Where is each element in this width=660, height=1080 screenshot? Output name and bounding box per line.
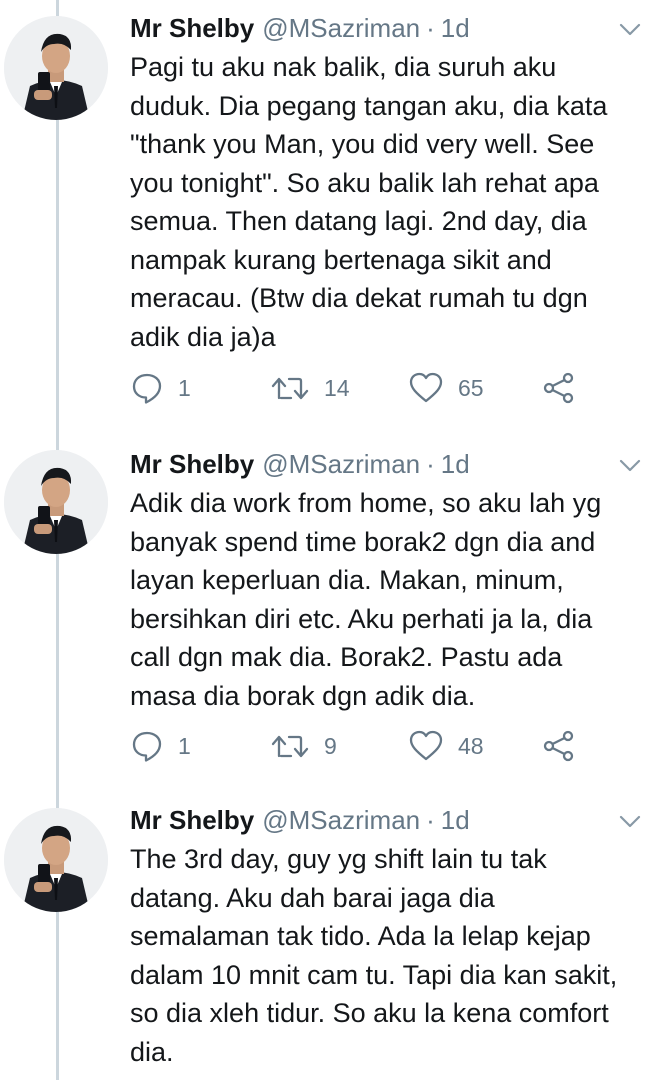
timestamp[interactable]: 1d: [441, 13, 470, 44]
reply-count: 1: [178, 374, 191, 401]
tweet[interactable]: Mr Shelby @MSazriman · 1d Adik dia work …: [0, 444, 660, 794]
display-name[interactable]: Mr Shelby: [130, 449, 254, 480]
heart-icon: [408, 729, 444, 763]
separator: ·: [426, 804, 435, 835]
reply-button[interactable]: 1: [130, 729, 191, 763]
tweet-header: Mr Shelby @MSazriman · 1d: [130, 800, 470, 840]
like-button[interactable]: 48: [408, 729, 484, 763]
reply-count: 1: [178, 732, 191, 759]
tweet-text: Adik dia work from home, so aku lah yg b…: [130, 488, 602, 711]
tweet-text: Pagi tu aku nak balik, dia suruh aku dud…: [130, 52, 608, 352]
share-icon: [542, 729, 576, 763]
timestamp[interactable]: 1d: [441, 449, 470, 480]
chevron-down-icon[interactable]: [616, 452, 644, 480]
retweet-count: 9: [324, 732, 337, 759]
tweet[interactable]: Mr Shelby @MSazriman · 1d Pagi tu aku na…: [0, 8, 660, 428]
reply-button[interactable]: 1: [130, 371, 191, 405]
avatar[interactable]: [4, 16, 108, 120]
like-count: 65: [458, 374, 484, 401]
like-count: 48: [458, 732, 484, 759]
avatar[interactable]: [4, 808, 108, 912]
retweet-icon: [270, 729, 310, 763]
retweet-icon: [270, 371, 310, 405]
heart-icon: [408, 371, 444, 405]
timestamp[interactable]: 1d: [441, 805, 470, 836]
display-name[interactable]: Mr Shelby: [130, 13, 254, 44]
tweet[interactable]: Mr Shelby @MSazriman · 1d The 3rd day, g…: [0, 800, 660, 1080]
retweet-button[interactable]: 9: [270, 729, 337, 763]
username[interactable]: @MSazriman: [262, 449, 420, 480]
separator: ·: [426, 448, 435, 479]
username[interactable]: @MSazriman: [262, 13, 420, 44]
retweet-button[interactable]: 14: [270, 371, 350, 405]
like-button[interactable]: 65: [408, 371, 484, 405]
display-name[interactable]: Mr Shelby: [130, 805, 254, 836]
reply-icon: [130, 729, 164, 763]
share-button[interactable]: [542, 371, 576, 405]
tweet-text: The 3rd day, guy yg shift lain tu tak da…: [130, 844, 618, 1067]
share-button[interactable]: [542, 729, 576, 763]
chevron-down-icon[interactable]: [616, 16, 644, 44]
separator: ·: [426, 12, 435, 43]
username[interactable]: @MSazriman: [262, 805, 420, 836]
tweet-header: Mr Shelby @MSazriman · 1d: [130, 8, 470, 48]
tweet-actions: 1 9 48: [130, 726, 630, 766]
avatar[interactable]: [4, 450, 108, 554]
tweet-header: Mr Shelby @MSazriman · 1d: [130, 444, 470, 484]
chevron-down-icon[interactable]: [616, 808, 644, 836]
tweet-actions: 1 14 65: [130, 368, 630, 408]
share-icon: [542, 371, 576, 405]
retweet-count: 14: [324, 374, 350, 401]
reply-icon: [130, 371, 164, 405]
